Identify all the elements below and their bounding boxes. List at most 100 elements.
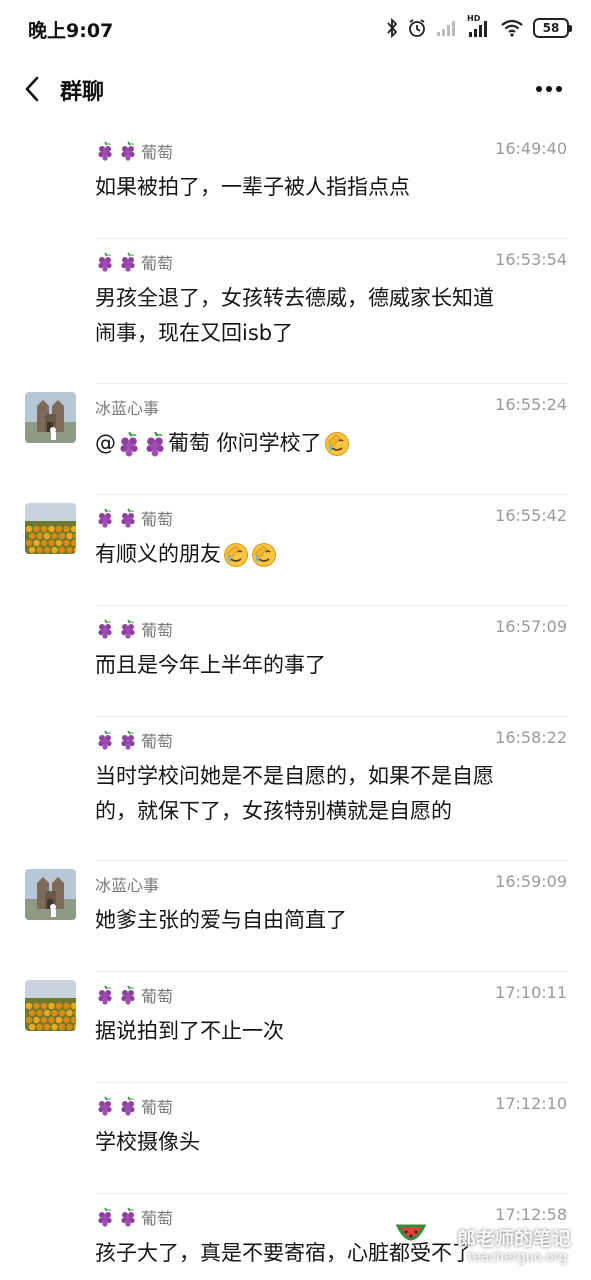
sender-label: 葡萄 [141,621,174,640]
mention-at: @ [95,431,116,455]
message-header: 葡萄 16:57:09 [95,617,567,641]
chat-message[interactable]: 冰蓝心事 16:59:09 她爹主张的爱与自由简直了 [0,861,591,972]
grape-icon [118,730,138,751]
sender-label: 葡萄 [141,987,174,1006]
chat-message[interactable]: 葡萄 16:57:09 而且是今年上半年的事了 [0,606,591,717]
message-header: 葡萄 16:53:54 [95,250,567,274]
chat-message[interactable]: 葡萄 16:53:54 男孩全退了，女孩转去德威，德威家长知道 闹事，现在又回isb了 [0,239,591,384]
message-text: 男孩全退了，女孩转去德威，德威家长知道 闹事，现在又回isb了 [95,281,567,351]
message-line: 如果被拍了，一辈子被人指指点点 [95,175,410,199]
grape-icon [95,141,115,162]
page-title: 群聊 [60,80,105,105]
message-text: 她爹主张的爱与自由简直了 [95,903,567,938]
battery-indicator: 58 [533,18,572,38]
message-line: 学校摄像头 [95,1130,200,1154]
avatar[interactable] [25,869,76,920]
sender-label: 冰蓝心事 [95,399,160,418]
sender-name[interactable]: 葡萄 [95,1094,173,1118]
grape-icon [95,619,115,640]
sender-label: 葡萄 [141,1209,174,1228]
grape-icon [118,1096,138,1117]
facepalm-emoji-icon [322,426,350,461]
sender-label: 葡萄 [141,732,174,751]
sender-name[interactable]: 葡萄 [95,983,173,1007]
message-line: 有顺义的朋友 [95,537,567,572]
wifi-icon [500,19,524,37]
message-line: 据说拍到了不止一次 [95,1019,284,1043]
message-header: 葡萄 16:55:42 [95,506,567,530]
grape-icon [118,985,138,1006]
more-dot-icon [536,86,542,92]
grape-icon [118,619,138,640]
grape-icon [95,1207,115,1228]
sender-label: 葡萄 [141,254,174,273]
message-text: 据说拍到了不止一次 [95,1014,567,1049]
watermark-url: teacherguo.org [467,1250,567,1265]
chat-message[interactable]: 冰蓝心事 16:55:24 @ 葡萄 你问学校了 [0,384,591,495]
grape-icon [118,141,138,162]
status-time: 晚上9:07 [28,20,114,42]
sender-label: 葡萄 [141,143,174,162]
message-time: 16:59:09 [495,872,567,891]
message-time: 16:53:54 [495,250,567,269]
grape-icon [116,426,142,461]
mention-name[interactable]: 葡萄 [168,426,210,461]
sender-name[interactable]: 葡萄 [95,617,173,641]
message-line: 你问学校了 [210,431,322,455]
sender-name[interactable]: 葡萄 [95,1205,173,1229]
message-time: 16:58:22 [495,728,567,747]
message-time: 16:55:24 [495,395,567,414]
sender-name[interactable]: 葡萄 [95,506,173,530]
chat-message[interactable]: 葡萄 16:49:40 如果被拍了，一辈子被人指指点点 [0,128,591,239]
signal-icon-1 [436,19,458,37]
avatar[interactable] [25,392,76,443]
nav-bar: 群聊 [0,58,591,120]
grape-icon [118,252,138,273]
facepalm-emoji-icon [249,537,277,572]
sender-name[interactable]: 葡萄 [95,139,173,163]
message-time: 16:49:40 [495,139,567,158]
grape-icon [95,730,115,751]
message-header: 葡萄 17:10:11 [95,983,567,1007]
sender-name[interactable]: 冰蓝心事 [95,395,159,419]
grape-icon [95,252,115,273]
avatar[interactable] [25,503,76,554]
message-time: 17:12:10 [495,1094,567,1113]
sender-label: 葡萄 [141,1098,174,1117]
bluetooth-icon [386,18,398,38]
grape-icon [95,1096,115,1117]
sender-name[interactable]: 葡萄 [95,250,173,274]
message-line: 男孩全退了，女孩转去德威，德威家长知道 [95,286,494,310]
sender-label: 葡萄 [141,510,174,529]
message-line: 当时学校问她是不是自愿的，如果不是自愿 [95,764,494,788]
message-text: 而且是今年上半年的事了 [95,648,567,683]
back-button[interactable] [14,70,50,108]
message-header: 冰蓝心事 16:59:09 [95,872,567,896]
grape-icon [95,508,115,529]
sender-name[interactable]: 葡萄 [95,728,173,752]
grape-icon [118,1207,138,1228]
more-dot-icon [556,86,562,92]
message-time: 16:57:09 [495,617,567,636]
chat-message[interactable]: 葡萄 16:58:22 当时学校问她是不是自愿的，如果不是自愿 的，就保下了，女孩特别… [0,717,591,861]
message-text: 如果被拍了，一辈子被人指指点点 [95,170,567,205]
signal-icon-2: HD [467,14,491,38]
chevron-left-icon [25,76,39,102]
chat-message[interactable]: 葡萄 16:55:42 有顺义的朋友 [0,495,591,606]
chat-message[interactable]: 葡萄 17:10:11 据说拍到了不止一次 [0,972,591,1083]
sender-name[interactable]: 冰蓝心事 [95,872,159,896]
facepalm-emoji-icon [221,537,249,572]
message-line: 的，就保下了，女孩特别横就是自愿的 [95,799,452,823]
message-header: 冰蓝心事 16:55:24 [95,395,567,419]
chat-message[interactable]: 葡萄 17:12:10 学校摄像头 [0,1083,591,1194]
message-line: 而且是今年上半年的事了 [95,653,326,677]
alarm-icon [407,18,427,38]
status-bar: 晚上9:07 HD 58 [0,0,591,58]
grape-icon [118,508,138,529]
grape-icon [95,985,115,1006]
message-time: 17:10:11 [495,983,567,1002]
message-text: 有顺义的朋友 [95,537,567,572]
avatar[interactable] [25,980,76,1031]
more-options-button[interactable] [531,76,567,102]
message-time: 16:55:42 [495,506,567,525]
